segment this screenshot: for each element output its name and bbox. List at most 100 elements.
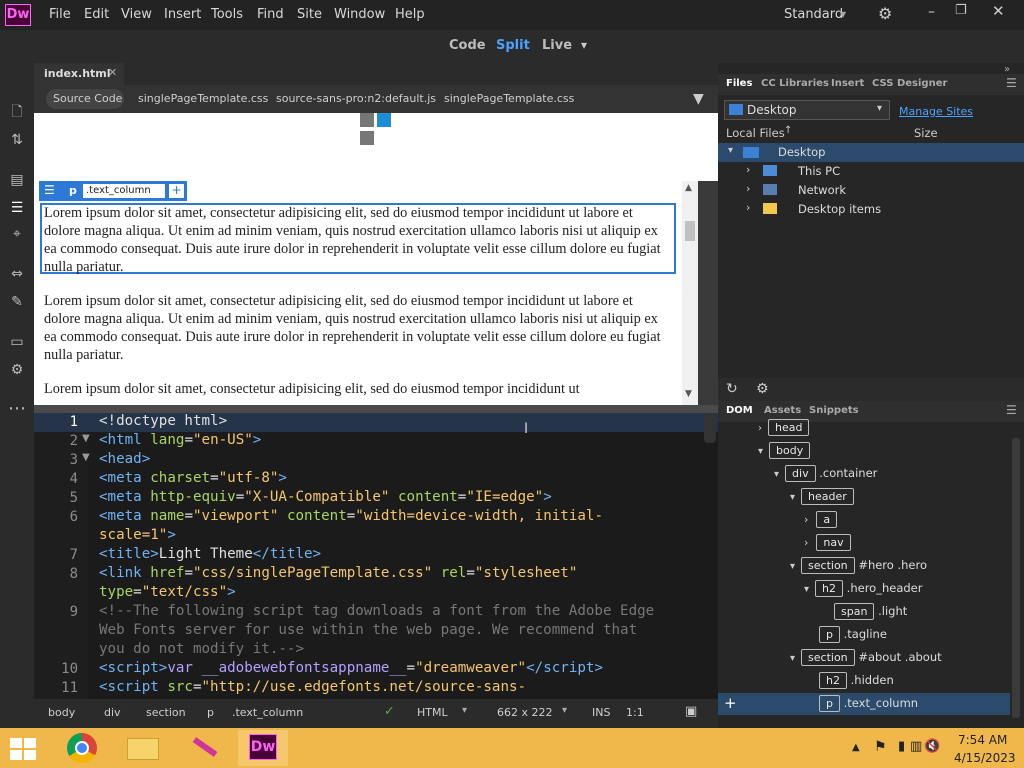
- menu-insert[interactable]: Insert: [164, 7, 201, 22]
- menu-window[interactable]: Window: [334, 7, 385, 22]
- code-line-2[interactable]: <html lang="en-US">: [99, 432, 261, 448]
- menu-find[interactable]: Find: [257, 7, 284, 22]
- close-icon[interactable]: ✕: [992, 2, 1005, 20]
- tag-selector-p[interactable]: p: [207, 706, 214, 719]
- code-line-5[interactable]: <meta http-equiv="X-UA-Compatible" conte…: [99, 489, 552, 505]
- dom-node-a[interactable]: › a: [804, 511, 838, 531]
- related-source-code[interactable]: Source Code: [53, 92, 122, 105]
- chevron-down-icon[interactable]: ▾: [804, 584, 809, 595]
- paragraph-3[interactable]: Lorem ipsum dolor sit amet, consectetur …: [44, 380, 664, 398]
- menu-file[interactable]: File: [49, 7, 71, 22]
- fold-icon[interactable]: ▼: [82, 452, 90, 463]
- related-font-js[interactable]: source-sans-pro:n2:default.js: [276, 92, 436, 105]
- paragraph-1[interactable]: Lorem ipsum dolor sit amet, consectetur …: [44, 204, 664, 276]
- scroll-down-icon[interactable]: ▼: [685, 389, 692, 399]
- scroll-up-icon[interactable]: ▲: [685, 183, 692, 193]
- file-management-icon[interactable]: ⇅: [8, 131, 26, 149]
- hamburger-icon[interactable]: ☰: [44, 183, 55, 197]
- filter-icon[interactable]: ▼: [693, 91, 704, 107]
- code-view-pane[interactable]: 1 2 3 4 5 6 7 8 9 10 11 ▼ ▼ <!doctype ht…: [34, 413, 718, 699]
- chevron-down-icon[interactable]: ▾: [728, 145, 733, 156]
- add-element-icon[interactable]: +: [724, 694, 737, 712]
- manage-sites-link[interactable]: Manage Sites: [899, 105, 973, 118]
- restore-icon[interactable]: ❐: [955, 3, 967, 18]
- dom-node-body[interactable]: ▾ body: [758, 442, 811, 462]
- chevron-down-icon[interactable]: ▾: [790, 492, 795, 503]
- dom-scrollbar[interactable]: [1012, 438, 1020, 718]
- window-size-select[interactable]: 662 x 222: [497, 706, 553, 719]
- pen-app-icon[interactable]: [178, 730, 228, 766]
- split-divider[interactable]: [34, 405, 718, 413]
- menu-tools[interactable]: Tools: [211, 7, 243, 22]
- dom-node-nav[interactable]: › nav: [804, 534, 851, 554]
- inspect-icon[interactable]: ⌖: [8, 225, 26, 243]
- dom-node-header[interactable]: ▾ header: [790, 488, 854, 508]
- chevron-right-icon[interactable]: ›: [804, 536, 808, 549]
- connect-icon[interactable]: ⚙: [756, 381, 769, 397]
- dom-node-h2-about[interactable]: h2 .hidden: [819, 672, 894, 692]
- scroll-thumb[interactable]: [685, 221, 695, 241]
- more-icon[interactable]: ⋯: [8, 400, 26, 418]
- code-line-6[interactable]: <meta name="viewport" content="width=dev…: [99, 508, 603, 524]
- code-line-4[interactable]: <meta charset="utf-8">: [99, 470, 287, 486]
- dom-node-selected-row[interactable]: + p .text_column: [718, 693, 1010, 715]
- volume-muted-icon[interactable]: 🔇: [924, 739, 940, 754]
- related-css-2[interactable]: singlePageTemplate.css: [444, 92, 574, 105]
- battery-icon[interactable]: ▮: [898, 739, 905, 754]
- chevron-right-icon[interactable]: ›: [746, 163, 750, 176]
- pane-divider[interactable]: [698, 181, 718, 405]
- tab-assets[interactable]: Assets: [764, 405, 801, 416]
- menu-help[interactable]: Help: [395, 7, 425, 22]
- code-line-10[interactable]: <script>var __adobewebfontsappname__="dr…: [99, 660, 603, 676]
- tag-selector-section[interactable]: section: [146, 706, 186, 719]
- workspace-switcher[interactable]: Standard: [784, 7, 843, 22]
- file-row-this-pc[interactable]: › This PC: [718, 162, 1024, 181]
- tab-css-designer[interactable]: CSS Designer: [872, 78, 947, 89]
- split-view-button[interactable]: Split: [496, 38, 530, 53]
- minimize-icon[interactable]: –: [928, 4, 935, 20]
- comment-icon[interactable]: ▭: [8, 333, 26, 351]
- dom-node-head[interactable]: › head: [758, 419, 810, 439]
- dom-node-h2-hero[interactable]: ▾ h2 .hero_header: [804, 580, 922, 600]
- no-errors-icon[interactable]: ✓: [384, 704, 395, 719]
- file-row-desktop[interactable]: ▾ Desktop: [718, 143, 1024, 162]
- expand-all-icon[interactable]: ⇔: [8, 265, 26, 283]
- refresh-icon[interactable]: ↻: [726, 381, 738, 397]
- dom-node-p-text-column[interactable]: p .text_column: [819, 695, 918, 715]
- wrap-icon[interactable]: ✎: [8, 293, 26, 311]
- code-line-7[interactable]: <title>Light Theme</title>: [99, 546, 321, 562]
- fold-icon[interactable]: ▼: [82, 433, 90, 444]
- live-code-icon[interactable]: ▤: [8, 171, 26, 189]
- chevron-right-icon[interactable]: ›: [746, 201, 750, 214]
- file-row-network[interactable]: › Network: [718, 181, 1024, 200]
- chevron-right-icon[interactable]: ›: [758, 423, 762, 434]
- dom-node-section-hero[interactable]: ▾ section #hero .hero: [790, 557, 927, 577]
- live-view-button[interactable]: Live: [542, 38, 572, 53]
- chevron-right-icon[interactable]: ›: [804, 513, 808, 526]
- vertical-scrollbar[interactable]: ▲ ▼: [682, 181, 698, 405]
- network-tray-icon[interactable]: ▥: [910, 739, 922, 754]
- menu-view[interactable]: View: [121, 7, 152, 22]
- dreamweaver-taskbar-icon[interactable]: Dw: [238, 730, 288, 766]
- clock-time[interactable]: 7:54 AM: [958, 733, 1007, 747]
- tab-snippets[interactable]: Snippets: [809, 405, 859, 416]
- chevron-down-icon[interactable]: ▾: [790, 653, 795, 664]
- code-line-8[interactable]: <link href="css/singlePageTemplate.css" …: [99, 565, 577, 581]
- sync-settings-icon[interactable]: ⚙: [878, 4, 892, 23]
- panel-menu-icon[interactable]: ☰: [1006, 403, 1017, 417]
- local-files-header[interactable]: Local Files: [726, 126, 785, 140]
- file-row-desktop-items[interactable]: › Desktop items: [718, 200, 1024, 219]
- format-source-icon[interactable]: ☰: [8, 199, 26, 217]
- live-view-pane[interactable]: ☰ p .text_column + Lorem ipsum dolor sit…: [34, 113, 718, 405]
- code-line-9[interactable]: <!--The following script tag downloads a…: [99, 603, 654, 619]
- class-field[interactable]: .text_column: [83, 184, 165, 198]
- tab-cc-libraries[interactable]: CC Libraries: [761, 78, 829, 89]
- tag-selector-div[interactable]: div: [104, 706, 121, 719]
- windows-start-icon[interactable]: [10, 738, 38, 760]
- chevron-down-icon[interactable]: ▾: [581, 38, 587, 52]
- code-line-3[interactable]: <head>: [99, 451, 150, 467]
- code-line-9-wrap[interactable]: you do not modify it.-->: [99, 641, 304, 657]
- code-view-button[interactable]: Code: [449, 38, 486, 53]
- menu-site[interactable]: Site: [297, 7, 322, 22]
- document-type-select[interactable]: HTML: [417, 706, 448, 719]
